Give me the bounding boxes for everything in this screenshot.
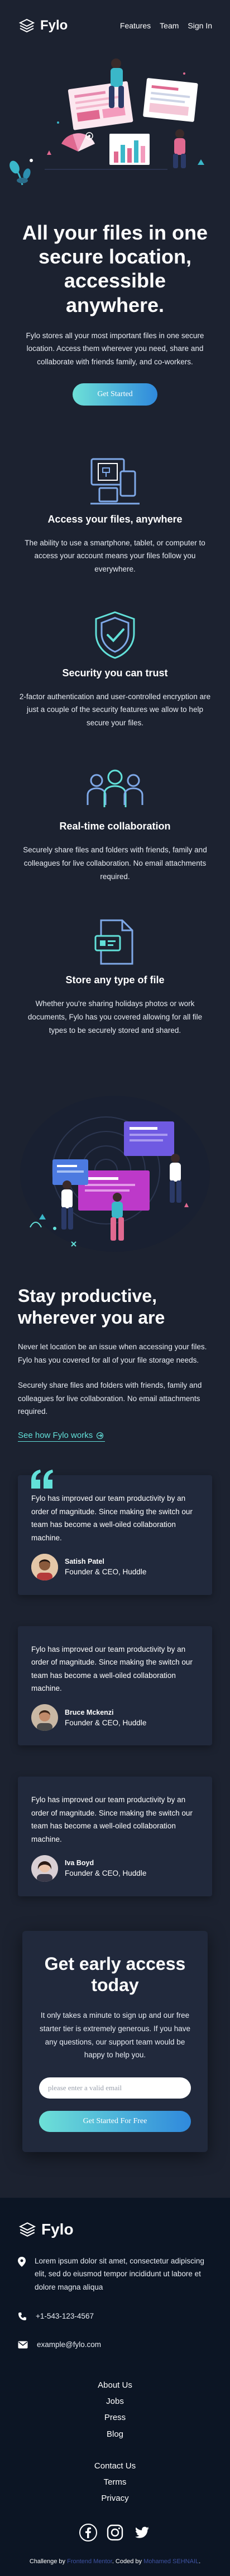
- attribution-suffix: .: [199, 2558, 201, 2565]
- twitter-icon[interactable]: [133, 2524, 151, 2541]
- feature-card: Store any type of file Whether you're sh…: [0, 915, 230, 1037]
- get-started-for-free-button[interactable]: Get Started For Free: [39, 2110, 191, 2132]
- feature-title: Real-time collaboration: [59, 821, 171, 832]
- social-links: [18, 2523, 212, 2541]
- testimonial-quote: Fylo has improved our team productivity …: [31, 1645, 193, 1693]
- feature-title: Security you can trust: [62, 667, 168, 679]
- hero-description: Fylo stores all your most important file…: [26, 331, 204, 366]
- author-link[interactable]: Mohamed SEHNAIL: [143, 2558, 199, 2565]
- early-access-text: It only takes a minute to sign up and ou…: [39, 2011, 191, 2060]
- feature-title: Access your files, anywhere: [47, 513, 183, 525]
- testimonial-card: Fylo has improved our team productivity …: [18, 1626, 212, 1746]
- productive-section: Stay productive, wherever you are Never …: [0, 1265, 230, 1442]
- footer-email: example@fylo.com: [18, 2338, 212, 2351]
- footer-link-blog[interactable]: Blog: [18, 2426, 212, 2442]
- footer: Fylo Lorem ipsum dolor sit amet, consect…: [0, 2197, 230, 2576]
- testimonial-name: Bruce Mckenzi: [65, 1708, 114, 1716]
- nav-link-team[interactable]: Team: [160, 21, 179, 30]
- footer-phone: +1-543-123-4567: [18, 2310, 212, 2323]
- instagram-icon[interactable]: [106, 2524, 124, 2541]
- feature-text: 2-factor authentication and user-control…: [19, 692, 211, 727]
- logo-text: Fylo: [40, 18, 68, 33]
- attribution: Challenge by Frontend Mentor. Coded by M…: [18, 2558, 212, 2565]
- devices-icon: [90, 458, 140, 505]
- nav-links: Features Team Sign In: [120, 21, 212, 30]
- testimonial-card: Fylo has improved our team productivity …: [18, 1777, 212, 1896]
- file-types-icon: [94, 919, 133, 965]
- logo[interactable]: Fylo: [18, 17, 68, 35]
- early-access-card: Get early access today It only takes a m…: [22, 1930, 208, 2152]
- footer-link-about-us[interactable]: About Us: [18, 2377, 212, 2393]
- challenge-prefix: Challenge by: [29, 2558, 66, 2565]
- footer-link-contact-us[interactable]: Contact Us: [18, 2458, 212, 2474]
- feature-text: Securely share files and folders with fr…: [23, 846, 207, 881]
- features-section: Access your files, anywhere The ability …: [0, 406, 230, 1037]
- productive-title: Stay productive, wherever you are: [18, 1286, 165, 1328]
- shield-icon: [95, 611, 135, 659]
- email-icon: [18, 2341, 28, 2349]
- see-how-fylo-works-link[interactable]: See how Fylo works: [18, 1431, 106, 1442]
- hero-section: All your files in one secure location, a…: [0, 51, 230, 406]
- testimonial-name: Satish Patel: [65, 1558, 104, 1566]
- avatar: [31, 1855, 58, 1882]
- hero-illustration: [9, 58, 204, 186]
- arrow-right-icon: [97, 1432, 104, 1439]
- see-how-link-text: See how Fylo works: [18, 1431, 93, 1441]
- navbar: Fylo Features Team Sign In: [0, 0, 230, 51]
- testimonial-quote: Fylo has improved our team productivity …: [31, 1796, 193, 1843]
- page: Fylo Features Team Sign In All your file…: [0, 0, 230, 2576]
- hero-title: All your files in one secure location, a…: [22, 221, 208, 316]
- coded-prefix: . Coded by: [112, 2558, 142, 2565]
- phone-text: +1-543-123-4567: [36, 2311, 94, 2320]
- feature-text: The ability to use a smartphone, tablet,…: [25, 538, 205, 573]
- footer-link-press[interactable]: Press: [18, 2409, 212, 2426]
- get-started-button[interactable]: Get Started: [73, 383, 157, 406]
- productive-paragraph-2: Securely share files and folders with fr…: [18, 1381, 202, 1416]
- footer-address: Lorem ipsum dolor sit amet, consectetur …: [18, 2255, 212, 2294]
- nav-link-sign-in[interactable]: Sign In: [188, 21, 212, 30]
- testimonial-name: Iva Boyd: [65, 1859, 94, 1867]
- feature-card: Real-time collaboration Securely share f…: [0, 762, 230, 883]
- email-text[interactable]: example@fylo.com: [37, 2338, 101, 2351]
- avatar: [31, 1553, 58, 1580]
- footer-links-primary: About Us Jobs Press Blog: [18, 2377, 212, 2442]
- avatar: [31, 1704, 58, 1731]
- footer-link-jobs[interactable]: Jobs: [18, 2393, 212, 2409]
- testimonials-section: Fylo has improved our team productivity …: [0, 1442, 230, 1896]
- testimonial-role: Founder & CEO, Huddle: [65, 1718, 147, 1727]
- productive-illustration: [20, 1096, 210, 1252]
- footer-link-privacy[interactable]: Privacy: [18, 2490, 212, 2506]
- testimonial-role: Founder & CEO, Huddle: [65, 1568, 147, 1577]
- fylo-logo-icon: [18, 2222, 36, 2237]
- testimonial-quote: Fylo has improved our team productivity …: [31, 1494, 193, 1542]
- footer-logo[interactable]: Fylo: [18, 2220, 212, 2239]
- feature-title: Store any type of file: [65, 974, 165, 986]
- feature-card: Access your files, anywhere The ability …: [0, 455, 230, 576]
- footer-links-secondary: Contact Us Terms Privacy: [18, 2458, 212, 2507]
- address-text: Lorem ipsum dolor sit amet, consectetur …: [35, 2256, 204, 2292]
- collaboration-icon: [87, 769, 143, 808]
- frontend-mentor-link[interactable]: Frontend Mentor: [67, 2558, 112, 2565]
- quote-icon: [31, 1470, 53, 1489]
- fylo-logo-icon: [18, 18, 35, 33]
- phone-icon: [18, 2312, 26, 2320]
- footer-link-terms[interactable]: Terms: [18, 2474, 212, 2490]
- testimonial-role: Founder & CEO, Huddle: [65, 1869, 147, 1878]
- nav-link-features[interactable]: Features: [120, 21, 151, 30]
- location-pin-icon: [18, 2256, 26, 2267]
- feature-card: Security you can trust 2-factor authenti…: [0, 608, 230, 730]
- facebook-icon[interactable]: [79, 2523, 97, 2541]
- productive-paragraph-1: Never let location be an issue when acce…: [18, 1342, 207, 1364]
- logo-text: Fylo: [41, 2220, 74, 2238]
- early-access-title: Get early access today: [44, 1953, 186, 1995]
- email-input[interactable]: [39, 2077, 191, 2099]
- feature-text: Whether you're sharing holidays photos o…: [27, 999, 203, 1035]
- testimonial-card: Fylo has improved our team productivity …: [18, 1475, 212, 1595]
